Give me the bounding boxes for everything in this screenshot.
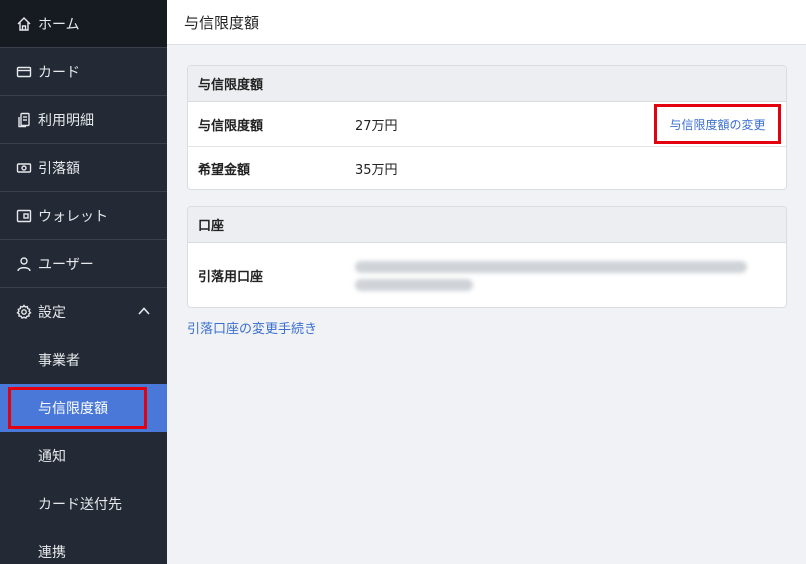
row-label: 希望金額 — [198, 163, 251, 178]
withdrawal-account-row: 引落用口座 — [188, 243, 786, 307]
sidebar-item-label: 利用明細 — [38, 112, 94, 129]
sidebar-item-user[interactable]: ユーザー — [0, 240, 167, 288]
home-icon — [16, 16, 32, 32]
row-value: 27万円 — [355, 118, 398, 134]
credit-limit-card: 与信限度額 与信限度額 27万円 与信限度額の変更 希望金額 35万円 — [187, 65, 787, 190]
sidebar-subitem-label: カード送付先 — [38, 497, 122, 513]
sidebar-subitem-label: 連携 — [38, 545, 66, 561]
page-title: 与信限度額 — [184, 13, 260, 32]
sidebar-item-label: ウォレット — [38, 208, 108, 225]
statement-icon — [16, 112, 32, 128]
sidebar-subitem-notification[interactable]: 通知 — [0, 432, 167, 480]
sidebar-item-card[interactable]: カード — [0, 48, 167, 96]
highlight-box — [8, 387, 147, 429]
change-account-procedure-link[interactable]: 引落口座の変更手続き — [187, 318, 317, 337]
change-credit-limit-link[interactable]: 与信限度額の変更 — [654, 104, 781, 144]
sidebar-subitem-card-delivery[interactable]: カード送付先 — [0, 480, 167, 528]
card-title: 与信限度額 — [188, 66, 786, 102]
gear-icon — [16, 304, 32, 320]
wallet-icon — [16, 208, 32, 224]
sidebar-item-statement[interactable]: 利用明細 — [0, 96, 167, 144]
money-icon — [16, 160, 32, 176]
sidebar: ホーム カード 利用明細 引落額 ウォレット ユーザー 設定 事業者 与信限度額… — [0, 0, 167, 564]
row-label: 引落用口座 — [198, 270, 264, 285]
row-value: 35万円 — [355, 163, 398, 178]
sidebar-item-settings[interactable]: 設定 — [0, 288, 167, 336]
sidebar-subitem-label: 通知 — [38, 449, 66, 465]
sidebar-subitem-credit-limit[interactable]: 与信限度額 — [0, 384, 167, 432]
desired-amount-row: 希望金額 35万円 — [188, 146, 786, 189]
sidebar-subitem-label: 事業者 — [38, 353, 80, 369]
chevron-up-icon[interactable] — [137, 304, 151, 318]
card-icon — [16, 64, 32, 80]
blurred-account-info — [355, 260, 747, 291]
user-icon — [16, 256, 32, 272]
sidebar-item-label: ユーザー — [38, 256, 94, 273]
page-header: 与信限度額 — [167, 0, 806, 45]
sidebar-item-label: カード — [38, 64, 80, 81]
sidebar-subitem-integration[interactable]: 連携 — [0, 528, 167, 564]
row-label: 与信限度額 — [198, 118, 264, 134]
credit-limit-row: 与信限度額 27万円 与信限度額の変更 — [188, 102, 786, 146]
sidebar-item-label: ホーム — [38, 16, 80, 33]
account-card: 口座 引落用口座 — [187, 206, 787, 308]
sidebar-item-home[interactable]: ホーム — [0, 0, 167, 48]
sidebar-item-label: 引落額 — [38, 160, 80, 177]
sidebar-subitem-business[interactable]: 事業者 — [0, 336, 167, 384]
sidebar-item-withdrawal[interactable]: 引落額 — [0, 144, 167, 192]
sidebar-item-wallet[interactable]: ウォレット — [0, 192, 167, 240]
sidebar-item-label: 設定 — [38, 305, 66, 321]
card-title: 口座 — [188, 207, 786, 243]
